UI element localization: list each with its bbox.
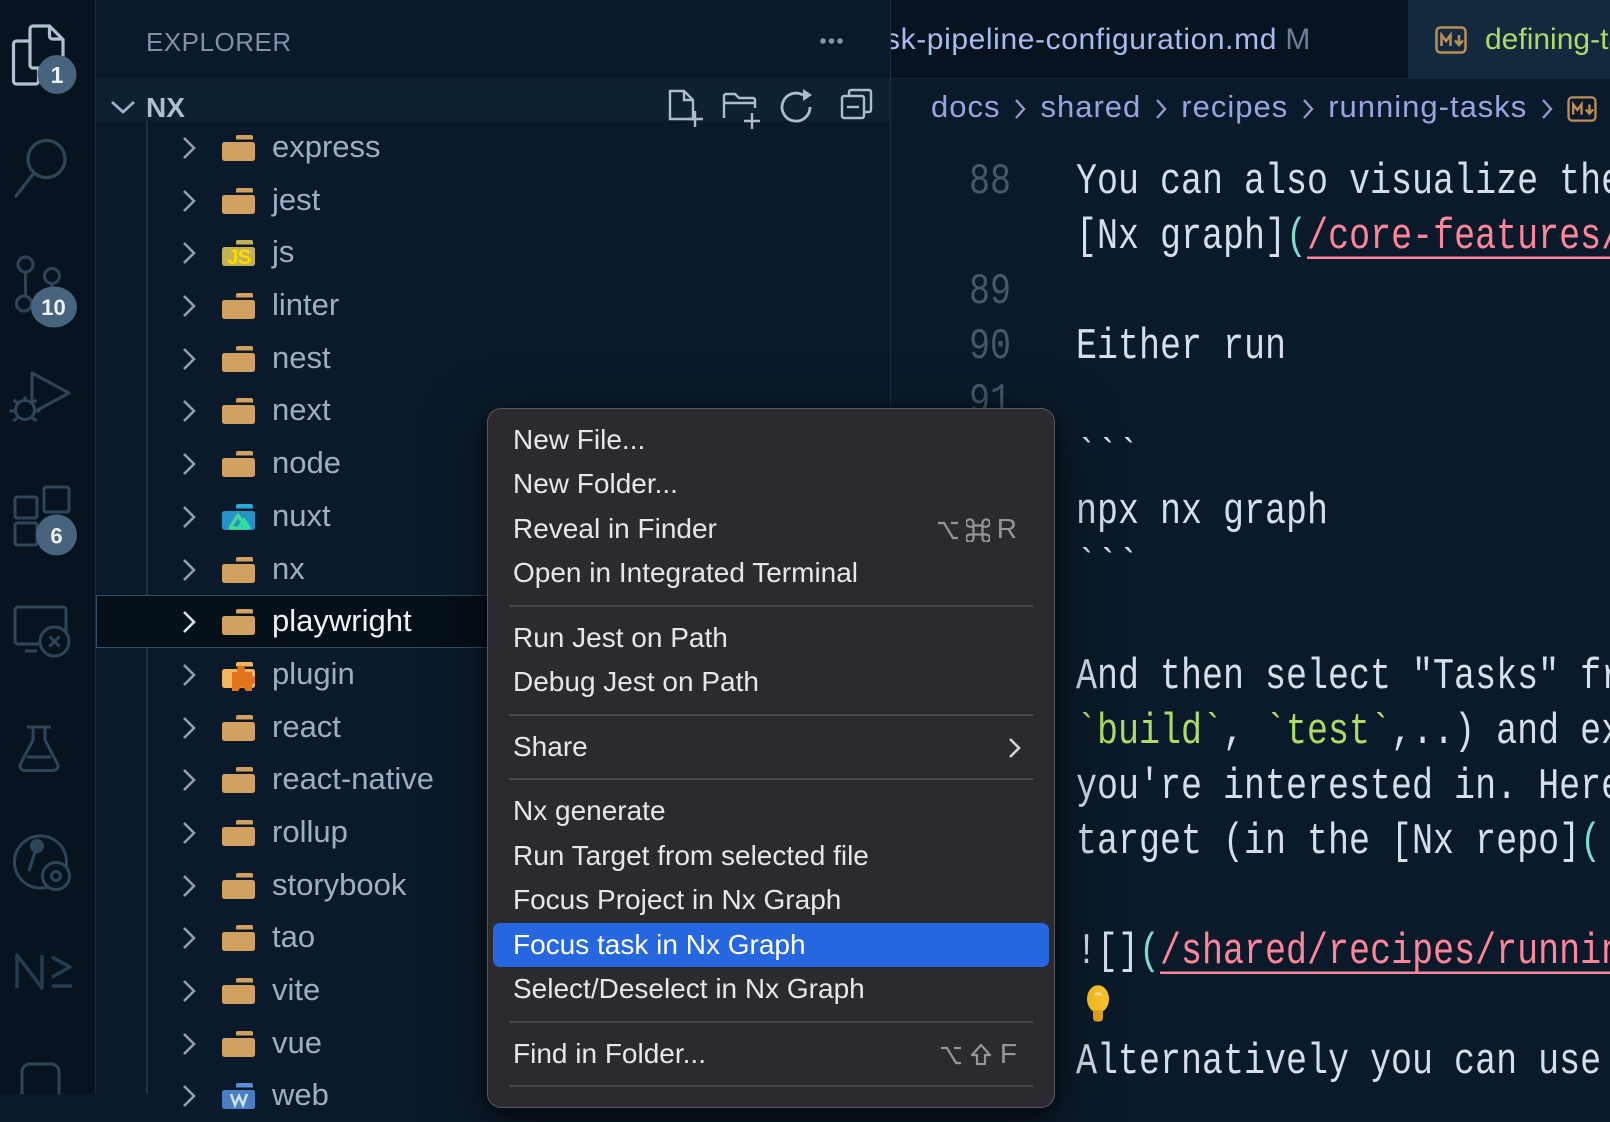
svg-text:1: 1 [51, 62, 64, 88]
svg-text:6: 6 [50, 524, 62, 549]
svg-text:10: 10 [41, 295, 65, 320]
